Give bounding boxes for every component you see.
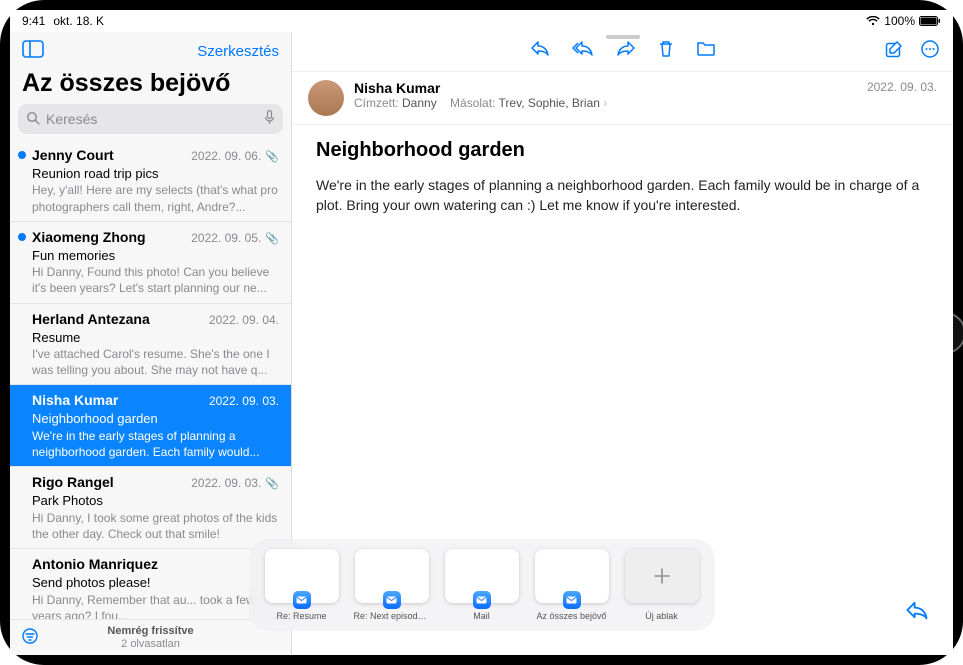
mail-app-icon (293, 591, 311, 609)
app-shelf[interactable]: Re: Resume Re: Next episode's g... Mail Az … (249, 539, 715, 631)
battery-icon (919, 16, 941, 26)
more-icon[interactable] (921, 40, 939, 63)
shelf-new-window[interactable]: Új ablak (625, 549, 699, 621)
shelf-label: Mail (473, 611, 490, 621)
edit-button[interactable]: Szerkesztés (197, 43, 279, 60)
folder-icon[interactable] (696, 40, 716, 63)
shelf-thumb (535, 549, 609, 603)
reply-fab-icon[interactable] (905, 600, 929, 625)
mail-app-icon (383, 591, 401, 609)
shelf-label: Új ablak (645, 611, 678, 621)
email-item[interactable]: Xiaomeng Zhong 2022. 09. 05.📎Fun memories… (10, 222, 291, 304)
attachment-icon: 📎 (265, 151, 279, 163)
email-sender: Antonio Manriquez (32, 555, 158, 574)
footer-unread: 2 olvasatlan (107, 638, 193, 650)
email-item[interactable]: Jenny Court 2022. 09. 06.📎Reunion road tr… (10, 140, 291, 222)
attachment-icon: 📎 (265, 233, 279, 245)
search-input[interactable]: Keresés (18, 104, 283, 134)
forward-icon[interactable] (616, 40, 636, 63)
email-preview: Hi Danny, Remember that au... took a few… (32, 592, 279, 620)
email-preview: I've attached Carol's resume. She's the … (32, 346, 279, 378)
email-subject: Park Photos (32, 492, 279, 510)
email-date: 2022. 09. 05.📎 (191, 230, 279, 247)
shelf-label: Az összes bejövő (536, 611, 606, 621)
message-subject: Neighborhood garden (292, 125, 953, 170)
footer-status: Nemrég frissítve (107, 625, 193, 637)
email-sender: Jenny Court (32, 146, 114, 165)
email-subject: Fun memories (32, 247, 279, 265)
email-list[interactable]: Jenny Court 2022. 09. 06.📎Reunion road tr… (10, 140, 291, 619)
avatar[interactable] (308, 80, 344, 116)
status-time: 9:41 (22, 14, 45, 28)
to-name[interactable]: Danny (402, 96, 437, 110)
email-preview: Hi Danny, Found this photo! Can you beli… (32, 264, 279, 296)
cc-names[interactable]: Trev, Sophie, Brian (499, 96, 600, 110)
mail-app-icon (473, 591, 491, 609)
to-label: Címzett: (354, 96, 399, 110)
wifi-icon (866, 16, 880, 26)
email-preview: We're in the early stages of planning a … (32, 428, 279, 460)
shelf-window[interactable]: Re: Next episode's g... (355, 549, 429, 621)
shelf-window[interactable]: Mail (445, 549, 519, 621)
shelf-thumb (445, 549, 519, 603)
grabber-icon[interactable] (606, 35, 640, 39)
filter-icon[interactable] (20, 628, 40, 647)
email-date: 2022. 09. 03.📎 (191, 475, 279, 492)
email-date: 2022. 09. 06.📎 (191, 148, 279, 165)
email-subject: Neighborhood garden (32, 410, 279, 428)
detail-toolbar (292, 32, 953, 72)
email-subject: Reunion road trip pics (32, 165, 279, 183)
shelf-label: Re: Next episode's g... (354, 611, 430, 621)
search-icon (26, 111, 40, 128)
email-item[interactable]: Nisha Kumar 2022. 09. 03.Neighborhood gar… (10, 385, 291, 467)
plus-icon (625, 549, 699, 603)
screen: 9:41 okt. 18. K 100% Szerk (10, 10, 953, 655)
mail-app-icon (563, 591, 581, 609)
reply-all-icon[interactable] (572, 40, 594, 63)
email-sender: Nisha Kumar (32, 391, 118, 410)
email-item[interactable]: Herland Antezana 2022. 09. 04.ResumeI've … (10, 304, 291, 386)
sidebar-footer: Nemrég frissítve 2 olvasatlan (10, 619, 291, 655)
cc-label: Másolat: (450, 96, 495, 110)
sidebar-toggle-icon[interactable] (22, 40, 44, 63)
email-subject: Send photos please! (32, 574, 279, 592)
shelf-window[interactable]: Re: Resume (265, 549, 339, 621)
email-subject: Resume (32, 329, 279, 347)
status-date: okt. 18. K (53, 14, 104, 28)
trash-icon[interactable] (658, 40, 674, 63)
email-sender: Xiaomeng Zhong (32, 228, 146, 247)
reply-icon[interactable] (530, 40, 550, 63)
message-body: We're in the early stages of planning a … (292, 170, 953, 221)
shelf-label: Re: Resume (276, 611, 326, 621)
shelf-thumb (355, 549, 429, 603)
mic-icon[interactable] (264, 110, 275, 128)
email-date: 2022. 09. 04. (209, 312, 279, 328)
status-bar: 9:41 okt. 18. K 100% (10, 10, 953, 32)
message-date: 2022. 09. 03. (867, 80, 937, 94)
email-preview: Hi Danny, I took some great photos of th… (32, 510, 279, 542)
unread-dot-icon (18, 151, 26, 159)
page-title: Az összes bejövő (10, 67, 291, 104)
shelf-thumb (265, 549, 339, 603)
unread-dot-icon (18, 233, 26, 241)
email-preview: Hey, y'all! Here are my selects (that's … (32, 182, 279, 214)
compose-icon[interactable] (885, 40, 903, 63)
chevron-right-icon[interactable]: › (603, 96, 607, 110)
search-placeholder: Keresés (46, 111, 258, 127)
email-item[interactable]: Rigo Rangel 2022. 09. 03.📎Park PhotosHi D… (10, 467, 291, 549)
ipad-frame: 9:41 okt. 18. K 100% Szerk (0, 0, 963, 665)
message-from[interactable]: Nisha Kumar (354, 80, 857, 96)
email-sender: Rigo Rangel (32, 473, 114, 492)
battery-percent: 100% (884, 14, 915, 28)
shelf-window[interactable]: Az összes bejövő (535, 549, 609, 621)
email-date: 2022. 09. 03. (209, 393, 279, 409)
email-sender: Herland Antezana (32, 310, 150, 329)
attachment-icon: 📎 (265, 478, 279, 490)
